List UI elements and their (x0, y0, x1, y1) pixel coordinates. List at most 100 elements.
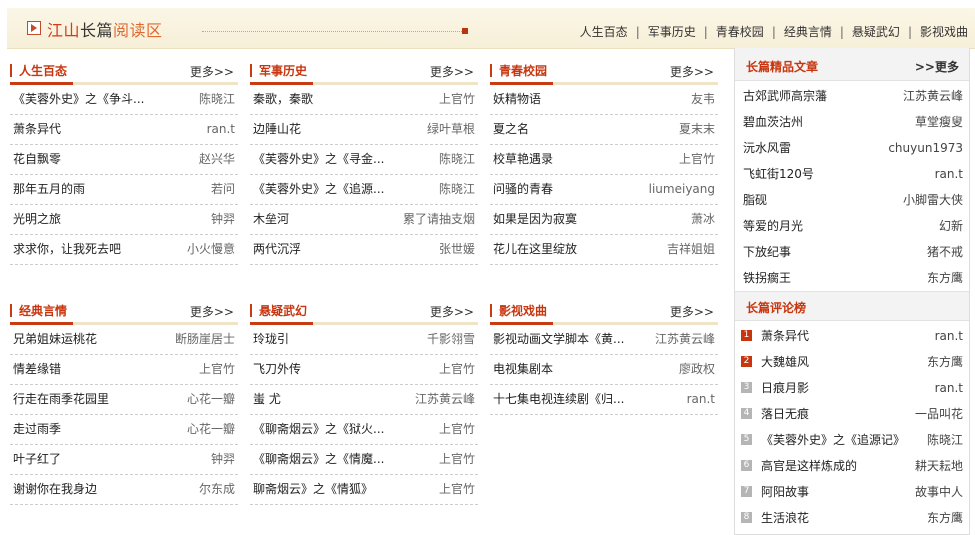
item-title[interactable]: 《芙蓉外史》之《争斗... (13, 85, 144, 114)
item-author[interactable]: 上官竹 (199, 355, 235, 384)
list-item[interactable]: 8 生活浪花 东方鹰 (735, 505, 969, 531)
more-link[interactable]: 更多>> (430, 303, 474, 320)
item-title[interactable]: 光明之旅 (13, 205, 61, 234)
list-item[interactable]: 蚩 尤 江苏黄云峰 (250, 385, 478, 415)
list-item[interactable]: 花儿在这里绽放 吉祥姐姐 (490, 235, 718, 265)
list-item[interactable]: 2 大魏雄风 东方鹰 (735, 349, 969, 375)
item-title[interactable]: 花儿在这里绽放 (493, 235, 577, 264)
item-title[interactable]: 行走在雨季花园里 (13, 385, 109, 414)
list-item[interactable]: 电视集剧本 廖政权 (490, 355, 718, 385)
item-title[interactable]: 妖精物语 (493, 85, 541, 114)
item-title[interactable]: 落日无痕 (761, 401, 809, 427)
item-author[interactable]: 上官竹 (679, 145, 715, 174)
item-author[interactable]: 耕天耘地 (915, 453, 963, 479)
item-title[interactable]: 求求你，让我死去吧 (13, 235, 121, 264)
list-item[interactable]: 《芙蓉外史》之《争斗... 陈晓江 (10, 85, 238, 115)
nav-link-qingchun[interactable]: 青春校园 (716, 25, 764, 39)
item-author[interactable]: 绿叶草根 (427, 115, 475, 144)
list-item[interactable]: 谢谢你在我身边 尔东成 (10, 475, 238, 505)
list-item[interactable]: 木垒河 累了请抽支烟 (250, 205, 478, 235)
list-item[interactable]: 《芙蓉外史》之《寻金... 陈晓江 (250, 145, 478, 175)
item-title[interactable]: 脂砚 (743, 187, 767, 213)
list-item[interactable]: 十七集电视连续剧《归... ran.t (490, 385, 718, 415)
item-author[interactable]: 断肠崖居士 (175, 325, 235, 354)
list-item[interactable]: 《芙蓉外史》之《追源... 陈晓江 (250, 175, 478, 205)
more-link[interactable]: 更多>> (190, 63, 234, 80)
item-title[interactable]: 那年五月的雨 (13, 175, 85, 204)
item-title[interactable]: 问骚的青春 (493, 175, 553, 204)
list-item[interactable]: 那年五月的雨 若问 (10, 175, 238, 205)
item-title[interactable]: 谢谢你在我身边 (13, 475, 97, 504)
list-item[interactable]: 1 萧条异代 ran.t (735, 323, 969, 349)
item-title[interactable]: 影视动画文学脚本《黄... (493, 325, 624, 354)
item-title[interactable]: 飞虹街120号 (743, 161, 814, 187)
more-link[interactable]: 更多>> (430, 63, 474, 80)
list-item[interactable]: 叶子红了 钟羿 (10, 445, 238, 475)
item-author[interactable]: 夏末末 (679, 115, 715, 144)
list-item[interactable]: 《聊斋烟云》之《狱火... 上官竹 (250, 415, 478, 445)
item-author[interactable]: chuyun1973 (888, 135, 963, 161)
list-item[interactable]: 等爱的月光 幻新 (735, 213, 969, 239)
block-title[interactable]: 人生百态 (19, 62, 67, 79)
list-item[interactable]: 古郊武师高宗藩 江苏黄云峰 (735, 83, 969, 109)
item-title[interactable]: 夏之名 (493, 115, 529, 144)
list-item[interactable]: 5 《芙蓉外史》之《追源记》 陈晓江 (735, 427, 969, 453)
list-item[interactable]: 3 日痕月影 ran.t (735, 375, 969, 401)
item-title[interactable]: 兄弟姐妹运桃花 (13, 325, 97, 354)
nav-link-yanqing[interactable]: 经典言情 (784, 25, 832, 39)
more-link[interactable]: 更多>> (190, 303, 234, 320)
item-author[interactable]: 千影翎雪 (427, 325, 475, 354)
list-item[interactable]: 下放纪事 猪不戒 (735, 239, 969, 265)
nav-link-junshi[interactable]: 军事历史 (648, 25, 696, 39)
item-title[interactable]: 萧条异代 (13, 115, 61, 144)
item-title[interactable]: 聊斋烟云》之《情狐》 (253, 475, 373, 504)
item-title[interactable]: 情差缘错 (13, 355, 61, 384)
item-author[interactable]: 张世媛 (439, 235, 475, 264)
block-title[interactable]: 青春校园 (499, 62, 547, 79)
item-author[interactable]: 赵兴华 (199, 145, 235, 174)
item-title[interactable]: 《芙蓉外史》之《追源记》 (761, 427, 905, 453)
item-author[interactable]: 上官竹 (439, 85, 475, 114)
item-title[interactable]: 十七集电视连续剧《归... (493, 385, 624, 414)
item-title[interactable]: 叶子红了 (13, 445, 61, 474)
item-author[interactable]: 草堂瘦叟 (915, 109, 963, 135)
list-item[interactable]: 飞刀外传 上官竹 (250, 355, 478, 385)
block-title[interactable]: 军事历史 (259, 62, 307, 79)
item-title[interactable]: 下放纪事 (743, 239, 791, 265)
item-title[interactable]: 蚩 尤 (253, 385, 281, 414)
block-title[interactable]: 经典言情 (19, 302, 67, 319)
list-item[interactable]: 碧血茨沽州 草堂瘦叟 (735, 109, 969, 135)
block-title[interactable]: 影视戏曲 (499, 302, 547, 319)
list-item[interactable]: 如果是因为寂寞 萧冰 (490, 205, 718, 235)
list-item[interactable]: 行走在雨季花园里 心花一瓣 (10, 385, 238, 415)
item-author[interactable]: 廖政权 (679, 355, 715, 384)
list-item[interactable]: 影视动画文学脚本《黄... 江苏黄云峰 (490, 325, 718, 355)
item-title[interactable]: 古郊武师高宗藩 (743, 83, 827, 109)
item-author[interactable]: 上官竹 (439, 355, 475, 384)
list-item[interactable]: 两代沉浮 张世媛 (250, 235, 478, 265)
item-author[interactable]: 东方鹰 (927, 505, 963, 531)
item-author[interactable]: 友韦 (691, 85, 715, 114)
block-title[interactable]: 悬疑武幻 (259, 302, 307, 319)
item-title[interactable]: 铁拐瘸王 (743, 265, 791, 291)
item-author[interactable]: 若问 (211, 175, 235, 204)
list-item[interactable]: 边陲山花 绿叶草根 (250, 115, 478, 145)
item-author[interactable]: 江苏黄云峰 (655, 325, 715, 354)
item-title[interactable]: 校草艳遇录 (493, 145, 553, 174)
item-title[interactable]: 走过雨季 (13, 415, 61, 444)
list-item[interactable]: 《聊斋烟云》之《情魔... 上官竹 (250, 445, 478, 475)
item-author[interactable]: 陈晓江 (439, 175, 475, 204)
list-item[interactable]: 铁拐瘸王 东方鹰 (735, 265, 969, 291)
item-author[interactable]: ran.t (935, 161, 963, 187)
featured-more-link[interactable]: >>更多 (915, 58, 959, 75)
list-item[interactable]: 情差缘错 上官竹 (10, 355, 238, 385)
list-item[interactable]: 妖精物语 友韦 (490, 85, 718, 115)
item-author[interactable]: 吉祥姐姐 (667, 235, 715, 264)
list-item[interactable]: 飞虹街120号 ran.t (735, 161, 969, 187)
list-item[interactable]: 光明之旅 钟羿 (10, 205, 238, 235)
item-title[interactable]: 《聊斋烟云》之《狱火... (253, 415, 384, 444)
item-title[interactable]: 边陲山花 (253, 115, 301, 144)
list-item[interactable]: 花自飘零 赵兴华 (10, 145, 238, 175)
item-author[interactable]: 一品叫花 (915, 401, 963, 427)
item-author[interactable]: ran.t (935, 375, 963, 401)
